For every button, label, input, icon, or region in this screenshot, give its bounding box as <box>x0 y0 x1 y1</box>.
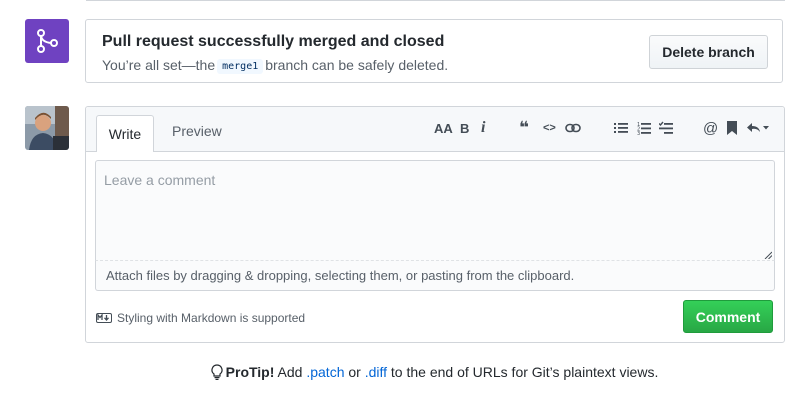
patch-link[interactable]: .patch <box>306 364 344 380</box>
merge-title: Pull request successfully merged and clo… <box>102 33 445 50</box>
pull-request-footer: Pull request successfully merged and clo… <box>0 0 789 408</box>
link-button[interactable] <box>565 118 581 138</box>
unordered-list-icon <box>614 123 628 133</box>
tab-preview[interactable]: Preview <box>172 123 222 139</box>
attach-hint: Attach files by dragging & dropping, sel… <box>106 268 575 283</box>
ordered-list-icon: 1 2 3 <box>637 122 651 135</box>
saved-replies-button[interactable] <box>746 118 770 138</box>
heading-button[interactable]: AA <box>434 118 453 138</box>
bulleted-list-button[interactable] <box>614 118 628 138</box>
tab-write[interactable]: Write <box>96 115 154 152</box>
comment-button[interactable]: Comment <box>683 300 773 333</box>
task-list-button[interactable] <box>659 118 673 138</box>
comment-textarea[interactable]: Leave a comment <box>95 160 775 261</box>
editor-tabbar: Write Preview AA B i ❝ <> 1 2 3 @ <box>86 107 784 152</box>
merge-icon <box>25 19 69 63</box>
code-button[interactable]: <> <box>543 118 556 138</box>
markdown-help-link[interactable]: Styling with Markdown is supported <box>96 311 305 325</box>
comment-form: Write Preview AA B i ❝ <> 1 2 3 @ Leave … <box>85 106 785 343</box>
merge-status-box: Pull request successfully merged and clo… <box>85 19 783 83</box>
merge-subtitle-after: branch can be safely deleted. <box>265 57 449 73</box>
file-attach-area[interactable]: Attach files by dragging & dropping, sel… <box>95 260 775 291</box>
avatar[interactable] <box>25 106 69 150</box>
branch-name: merge1 <box>217 59 264 74</box>
merge-subtitle-before: You’re all set—the <box>102 57 216 73</box>
comment-placeholder: Leave a comment <box>104 172 216 188</box>
protip-text-3: to the end of URLs for Git’s plaintext v… <box>390 364 659 380</box>
link-icon <box>565 123 581 133</box>
protip-text-2: or <box>348 364 361 380</box>
protip-text-1: Add <box>277 364 303 380</box>
diff-link[interactable]: .diff <box>365 364 387 380</box>
bookmark-icon <box>727 121 737 135</box>
reference-button[interactable] <box>726 118 738 138</box>
mention-button[interactable]: @ <box>703 118 718 138</box>
numbered-list-button[interactable]: 1 2 3 <box>637 118 651 138</box>
delete-branch-button[interactable]: Delete branch <box>649 35 768 69</box>
bold-button[interactable]: B <box>460 118 469 138</box>
protip: ProTip! Add .patch or .diff to the end o… <box>0 364 789 383</box>
task-list-icon <box>659 121 673 134</box>
italic-button[interactable]: i <box>481 118 485 138</box>
lightbulb-icon <box>211 364 223 383</box>
reply-icon <box>747 123 769 132</box>
resize-handle-icon[interactable] <box>764 251 772 259</box>
protip-label: ProTip! <box>225 364 275 380</box>
markdown-icon <box>96 313 112 323</box>
quote-button[interactable]: ❝ <box>519 118 529 138</box>
markdown-note: Styling with Markdown is supported <box>117 311 306 325</box>
merge-subtitle: You’re all set—the merge1 branch can be sa… <box>102 57 448 74</box>
divider <box>86 0 785 1</box>
svg-text:3: 3 <box>637 131 640 135</box>
